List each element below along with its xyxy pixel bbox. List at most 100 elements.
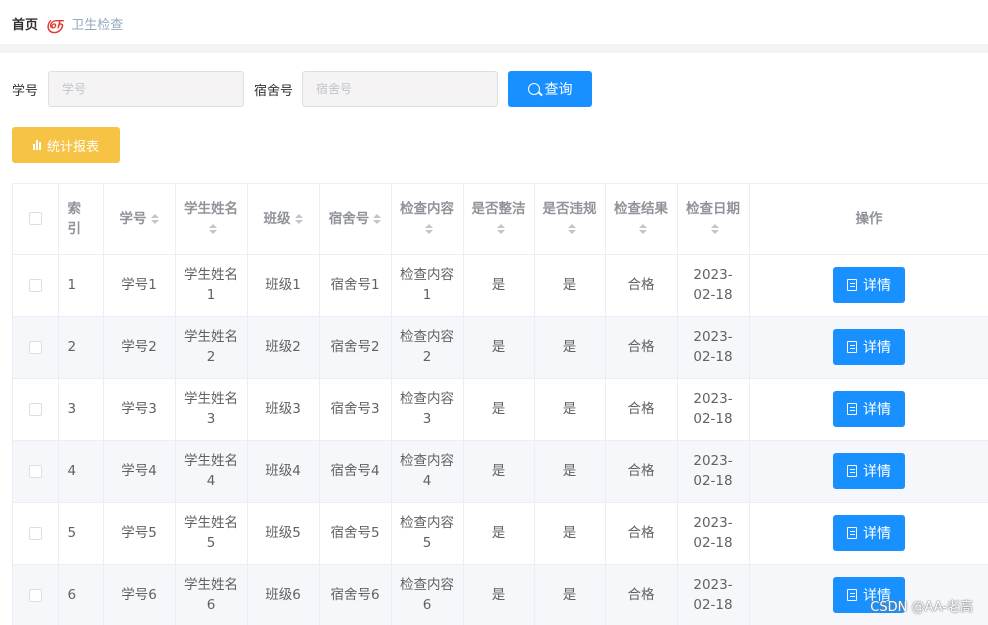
header-class[interactable]: 班级	[247, 184, 320, 255]
row-select-cell	[13, 502, 59, 565]
row-select-cell	[13, 440, 59, 503]
detail-button-label: 详情	[863, 340, 891, 356]
row-checkbox[interactable]	[28, 402, 42, 416]
dorm-no-input[interactable]	[302, 71, 499, 107]
cell-student-no: 学号2	[103, 316, 176, 379]
row-checkbox[interactable]	[28, 526, 42, 540]
row-select-cell	[13, 316, 59, 379]
bar-chart-icon	[32, 140, 41, 150]
header-student-name[interactable]: 学生姓名	[175, 184, 248, 255]
cell-action: 详情	[749, 378, 988, 441]
cell-clean: 是	[463, 564, 535, 625]
document-icon	[847, 341, 857, 353]
cell-action: 详情	[749, 440, 988, 503]
sort-caret-icon[interactable]	[294, 213, 303, 224]
cell-dorm-no: 宿舍号5	[319, 502, 392, 565]
header-violation[interactable]: 是否违规	[534, 184, 606, 255]
detail-button-label: 详情	[863, 402, 891, 418]
cell-student-name: 学生姓名6	[175, 564, 248, 625]
detail-button-label: 详情	[863, 464, 891, 480]
detail-button-label: 详情	[863, 278, 891, 294]
select-all-checkbox[interactable]	[28, 212, 42, 226]
cell-class: 班级4	[247, 440, 320, 503]
cell-dorm-no: 宿舍号1	[319, 254, 392, 317]
cell-violation: 是	[534, 564, 606, 625]
cell-date: 2023-02-18	[677, 502, 750, 565]
table-row: 2 学号2 学生姓名2 班级2 宿舍号2 检查内容2 是 是 合格 2023-0…	[13, 316, 988, 379]
cell-result: 合格	[605, 378, 678, 441]
breadcrumb-current: 卫生检查	[71, 17, 124, 33]
query-button[interactable]: 查询	[508, 71, 593, 107]
header-action: 操作	[749, 184, 988, 255]
detail-button[interactable]: 详情	[833, 453, 905, 489]
sort-caret-icon[interactable]	[209, 223, 217, 234]
sort-caret-icon[interactable]	[711, 223, 719, 234]
header-dorm-no[interactable]: 宿舍号	[319, 184, 392, 255]
table-row: 3 学号3 学生姓名3 班级3 宿舍号3 检查内容3 是 是 合格 2023-0…	[13, 378, 988, 441]
cell-violation: 是	[534, 316, 606, 379]
sort-caret-icon[interactable]	[373, 213, 382, 224]
cell-violation: 是	[534, 502, 606, 565]
cell-student-no: 学号3	[103, 378, 176, 441]
cell-content: 检查内容5	[391, 502, 464, 565]
cell-student-no: 学号4	[103, 440, 176, 503]
search-form: 学号 宿舍号 查询	[12, 71, 593, 107]
row-checkbox[interactable]	[28, 464, 42, 478]
sort-caret-icon[interactable]	[639, 223, 647, 234]
cell-violation: 是	[534, 254, 606, 317]
detail-button-label: 详情	[863, 526, 891, 542]
document-icon	[847, 279, 857, 291]
document-icon	[847, 403, 857, 415]
row-select-cell	[13, 378, 59, 441]
header-student-no[interactable]: 学号	[103, 184, 176, 255]
header-content[interactable]: 检查内容	[391, 184, 464, 255]
cell-content: 检查内容2	[391, 316, 464, 379]
cell-index: 1	[58, 254, 104, 317]
document-icon	[847, 527, 857, 539]
query-button-label: 查询	[544, 82, 573, 98]
cell-action: 详情	[749, 254, 988, 317]
cell-student-no: 学号6	[103, 564, 176, 625]
row-checkbox[interactable]	[28, 278, 42, 292]
row-checkbox[interactable]	[28, 340, 42, 354]
detail-button[interactable]: 详情	[833, 329, 905, 365]
cell-clean: 是	[463, 440, 535, 503]
table-row: 5 学号5 学生姓名5 班级5 宿舍号5 检查内容5 是 是 合格 2023-0…	[13, 502, 988, 565]
cell-class: 班级1	[247, 254, 320, 317]
row-checkbox[interactable]	[28, 588, 42, 602]
cell-index: 4	[58, 440, 104, 503]
cell-class: 班级3	[247, 378, 320, 441]
detail-button[interactable]: 详情	[833, 267, 905, 303]
cell-action: 详情	[749, 316, 988, 379]
cell-clean: 是	[463, 316, 535, 379]
cell-dorm-no: 宿舍号4	[319, 440, 392, 503]
breadcrumb-home[interactable]: 首页	[12, 14, 38, 33]
cell-content: 检查内容1	[391, 254, 464, 317]
student-no-input[interactable]	[48, 71, 245, 107]
cell-clean: 是	[463, 254, 535, 317]
table-row: 6 学号6 学生姓名6 班级6 宿舍号6 检查内容6 是 是 合格 2023-0…	[13, 564, 988, 625]
cell-student-name: 学生姓名5	[175, 502, 248, 565]
header-date[interactable]: 检查日期	[677, 184, 750, 255]
detail-button[interactable]: 详情	[833, 391, 905, 427]
cell-clean: 是	[463, 502, 535, 565]
cell-content: 检查内容6	[391, 564, 464, 625]
header-result[interactable]: 检查结果	[605, 184, 678, 255]
statistics-report-label: 统计报表	[46, 139, 99, 155]
sort-caret-icon[interactable]	[150, 213, 159, 224]
cell-student-name: 学生姓名3	[175, 378, 248, 441]
cell-content: 检查内容4	[391, 440, 464, 503]
cell-student-name: 学生姓名2	[175, 316, 248, 379]
select-all-cell	[13, 184, 59, 255]
detail-button[interactable]: 详情	[833, 515, 905, 551]
cell-student-name: 学生姓名4	[175, 440, 248, 503]
breadcrumb: 首页 ஞ 卫生检查	[12, 13, 123, 33]
cell-index: 6	[58, 564, 104, 625]
sort-caret-icon[interactable]	[496, 223, 505, 234]
breadcrumb-separator-icon: ஞ	[46, 12, 63, 32]
header-clean[interactable]: 是否整洁	[463, 184, 535, 255]
sort-caret-icon[interactable]	[567, 223, 576, 234]
statistics-report-button[interactable]: 统计报表	[12, 127, 120, 163]
sort-caret-icon[interactable]	[425, 223, 433, 234]
cell-action: 详情	[749, 502, 988, 565]
